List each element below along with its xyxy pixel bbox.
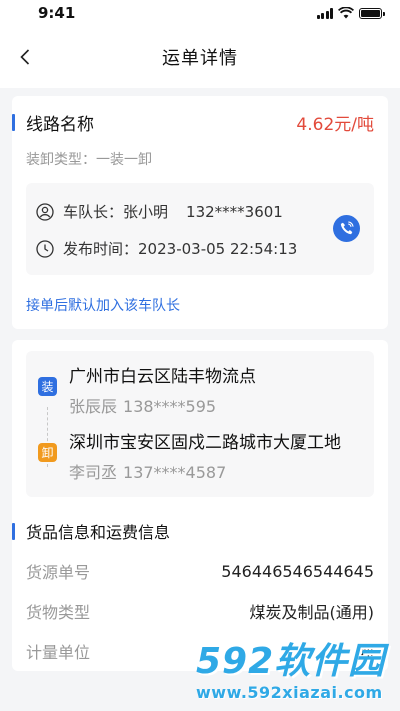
publish-row: 发布时间： 2023-03-05 22:54:13 — [36, 238, 364, 259]
join-note: 接单后默认加入该车队长 — [26, 298, 180, 314]
goods-info-key: 货物类型 — [26, 603, 91, 622]
call-captain-button[interactable] — [333, 215, 360, 242]
route-header: 线路名称 4.62元/吨 — [12, 110, 374, 135]
goods-info-value: 吨 — [357, 643, 374, 662]
captain-box: 车队长： 张小明 132****3601 发布时间： 2023-03-05 22… — [26, 183, 374, 275]
goods-info-row: 计量单位 吨 — [26, 631, 374, 671]
unloading-contact: 李司丞 137****4587 — [69, 459, 362, 483]
loading-contact: 张辰辰 138****595 — [69, 393, 362, 417]
back-button[interactable] — [14, 46, 36, 68]
status-bar: 9:41 — [0, 0, 400, 26]
goods-info-value: 煤炭及制品(通用) — [249, 603, 375, 622]
captain-row: 车队长： 张小明 132****3601 — [36, 201, 364, 222]
unloading-badge: 卸 — [38, 443, 57, 462]
section-accent-bar — [12, 114, 15, 131]
status-icons — [316, 7, 385, 19]
loading-address: 广州市白云区陆丰物流点 — [69, 367, 256, 387]
goods-info-key: 计量单位 — [26, 643, 91, 662]
goods-info-row: 货物类型 煤炭及制品(通用) — [26, 591, 374, 631]
nav-bar: 运单详情 — [0, 26, 400, 88]
user-icon — [36, 202, 54, 221]
loading-badge: 装 — [38, 377, 57, 396]
section-accent-bar — [12, 522, 15, 540]
captain-phone: 132****3601 — [186, 202, 283, 221]
unloading-address: 深圳市宝安区固戍二路城市大厦工地 — [69, 433, 341, 453]
goods-info-key: 货源单号 — [26, 563, 91, 582]
phone-icon — [340, 221, 354, 235]
goods-info-value: 546446546544645 — [221, 561, 374, 581]
battery-icon — [359, 7, 385, 19]
goods-title: 货品信息和运费信息 — [26, 523, 171, 542]
loading-contact-name: 张辰辰 — [69, 397, 118, 416]
loading-contact-phone: 138****595 — [123, 397, 217, 416]
unloading-contact-phone: 137****4587 — [123, 463, 227, 482]
signal-icon — [316, 7, 333, 19]
captain-label: 车队长： — [63, 203, 124, 221]
captain-name: 张小明 — [123, 203, 169, 221]
chevron-left-icon — [20, 49, 30, 65]
page-title: 运单详情 — [162, 48, 238, 69]
goods-header: 货品信息和运费信息 — [12, 497, 374, 543]
goods-info-list: 货源单号 546446546544645 货物类型 煤炭及制品(通用) 计量单位… — [26, 551, 374, 671]
status-time: 9:41 — [38, 4, 76, 22]
wifi-icon — [338, 7, 354, 19]
freight-price: 4.62元/吨 — [296, 115, 374, 135]
loading-type: 装卸类型：一装一卸 — [26, 152, 152, 168]
clock-icon — [36, 239, 54, 258]
goods-info-row: 货源单号 546446546544645 — [26, 551, 374, 591]
publish-time: 2023-03-05 22:54:13 — [138, 239, 298, 258]
unloading-contact-name: 李司丞 — [69, 463, 118, 482]
watermark-url: www.592xiazai.com — [196, 683, 383, 702]
publish-label: 发布时间： — [63, 240, 139, 258]
route-name: 线路名称 — [26, 115, 94, 135]
route-card: 线路名称 4.62元/吨 装卸类型：一装一卸 车队长： 张小明 132****3… — [12, 96, 388, 329]
loading-stop: 装 广州市白云区陆丰物流点 张辰辰 138****595 — [38, 365, 362, 417]
address-box: 装 广州市白云区陆丰物流点 张辰辰 138****595 卸 深圳市宝安区固戍二路… — [26, 351, 374, 497]
shipment-card: 装 广州市白云区陆丰物流点 张辰辰 138****595 卸 深圳市宝安区固戍二路… — [12, 340, 388, 671]
unloading-stop: 卸 深圳市宝安区固戍二路城市大厦工地 李司丞 137****4587 — [38, 431, 362, 483]
